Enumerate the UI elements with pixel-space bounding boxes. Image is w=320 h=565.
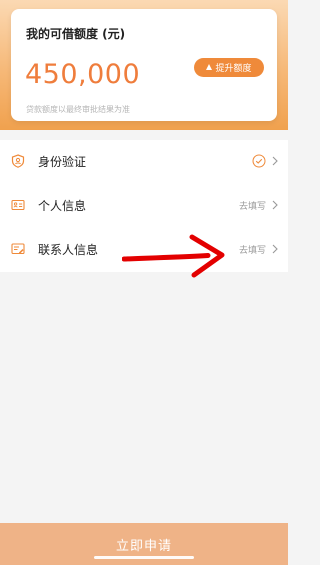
- raise-limit-label: 提升额度: [215, 64, 252, 74]
- fill-in-status: 去填写: [238, 202, 266, 212]
- shield-person-icon: [11, 154, 25, 168]
- home-indicator: [94, 556, 194, 559]
- apply-now-label: 立即申请: [115, 538, 172, 554]
- list-item-identity-verification[interactable]: 身份验证: [0, 140, 288, 184]
- raise-limit-button[interactable]: 提升额度: [194, 58, 264, 77]
- credit-limit-card: 我的可借额度 (元) 450,000 提升额度 贷款额度以最终审批结果为准: [11, 9, 277, 121]
- limit-disclaimer: 贷款额度以最终审批结果为准: [26, 105, 130, 114]
- contact-edit-icon: [11, 243, 25, 255]
- chevron-right-icon: [272, 200, 278, 210]
- fill-in-status: 去填写: [238, 246, 266, 256]
- arrow-up-icon: [206, 63, 213, 70]
- checkmark-circle-icon: [252, 154, 266, 168]
- chevron-right-icon: [272, 156, 278, 166]
- list-item-label: 身份验证: [38, 155, 87, 169]
- red-arrow-annotation: [122, 234, 225, 278]
- chevron-right-icon: [272, 244, 278, 254]
- list-item-personal-info[interactable]: 个人信息 去填写: [0, 184, 288, 228]
- list-item-label: 联系人信息: [38, 243, 99, 257]
- credit-limit-amount: 450,000: [25, 59, 141, 90]
- list-item-label: 个人信息: [38, 199, 87, 213]
- credit-limit-title: 我的可借额度 (元): [26, 27, 126, 41]
- id-card-icon: [11, 199, 25, 211]
